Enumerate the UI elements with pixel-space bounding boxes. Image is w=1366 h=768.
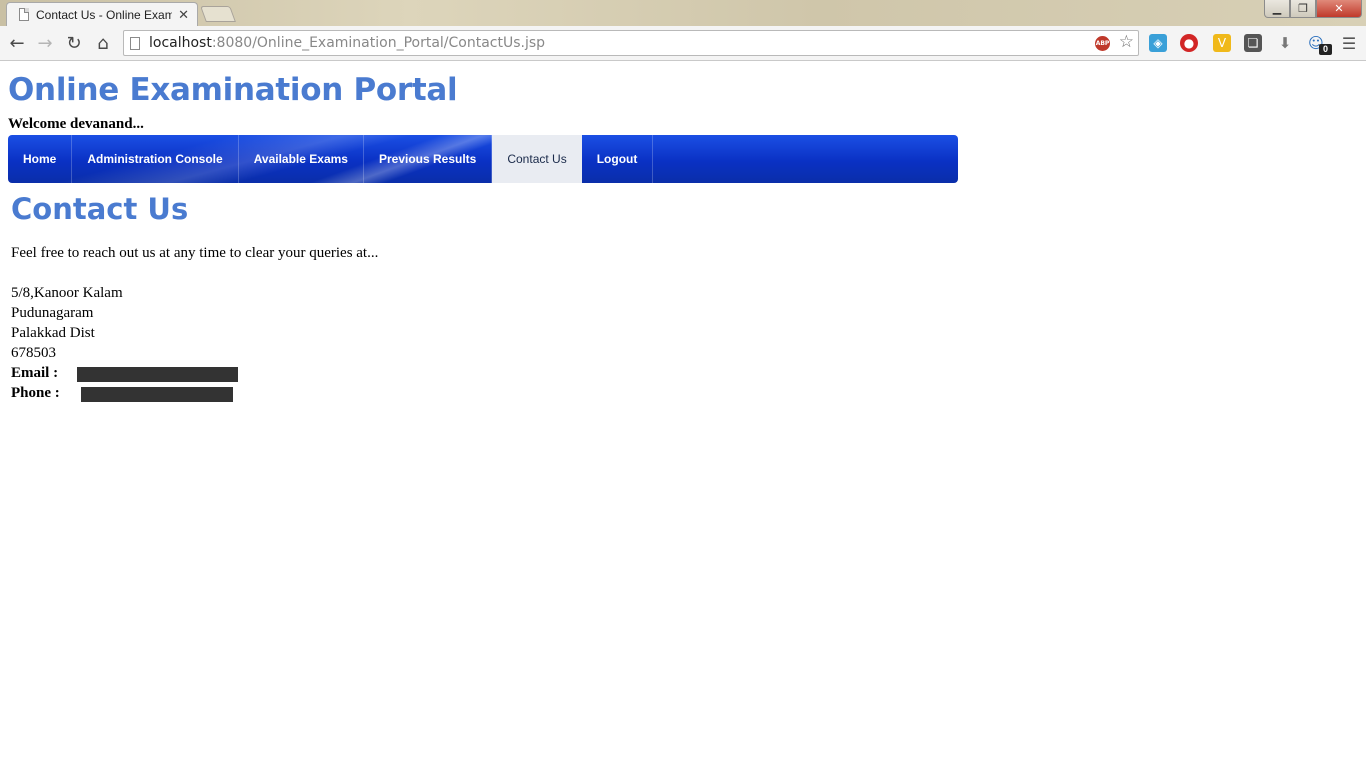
phone-redacted: [81, 387, 233, 402]
window-close-button[interactable]: ✕: [1316, 0, 1362, 18]
browser-toolbar: ← → ↻ ⌂ localhost:8080/Online_Examinatio…: [0, 26, 1366, 61]
address-bar[interactable]: localhost:8080/Online_Examination_Portal…: [123, 30, 1139, 56]
email-redacted: [77, 367, 238, 382]
nav-logout[interactable]: Logout: [582, 135, 654, 183]
address-line: Pudunagaram: [11, 305, 94, 321]
evernote-icon[interactable]: ❏: [1244, 34, 1262, 52]
pocket-icon[interactable]: ◈: [1149, 34, 1167, 52]
close-icon[interactable]: ✕: [178, 7, 189, 23]
nav-available-exams[interactable]: Available Exams: [239, 135, 364, 183]
adblock-icon[interactable]: ABP: [1095, 36, 1110, 51]
v-icon[interactable]: V: [1213, 34, 1231, 52]
nav-home[interactable]: Home: [8, 135, 73, 183]
bookmark-star-icon[interactable]: ☆: [1119, 32, 1134, 52]
home-icon[interactable]: ⌂: [91, 31, 115, 55]
tab-title: Contact Us - Online Exami: [36, 7, 173, 22]
nav-contact-us[interactable]: Contact Us: [492, 135, 582, 183]
email-label: Email :: [11, 365, 59, 381]
browser-menu-icon[interactable]: ☰: [1340, 34, 1358, 53]
window-controls: ▁ ❐ ✕: [1264, 0, 1362, 18]
browser-titlebar: Contact Us - Online Exami ✕ ▁ ❐ ✕: [0, 0, 1366, 26]
new-tab-button[interactable]: [200, 6, 236, 22]
url-host: localhost: [149, 35, 212, 51]
minimize-button[interactable]: ▁: [1264, 0, 1290, 18]
stop-icon[interactable]: ●: [1180, 34, 1198, 52]
address-line: Palakkad Dist: [11, 325, 95, 341]
url-path: :8080/Online_Examination_Portal/ContactU…: [211, 35, 546, 51]
site-title: Online Examination Portal: [8, 72, 458, 108]
reload-icon[interactable]: ↻: [62, 31, 86, 55]
nav-previous-results[interactable]: Previous Results: [364, 135, 493, 183]
phone-label: Phone :: [11, 385, 60, 401]
nav-administration-console[interactable]: Administration Console: [72, 135, 239, 183]
main-navigation: Home Administration Console Available Ex…: [8, 135, 958, 183]
page-title: Contact Us: [11, 192, 189, 226]
extension-badge: 0: [1319, 44, 1332, 55]
intro-text: Feel free to reach out us at any time to…: [11, 245, 379, 261]
browser-tab-active[interactable]: Contact Us - Online Exami ✕: [6, 2, 198, 26]
maximize-button[interactable]: ❐: [1290, 0, 1316, 18]
address-line: 5/8,Kanoor Kalam: [11, 285, 123, 301]
download-icon[interactable]: ⬇: [1276, 34, 1294, 52]
forward-arrow-icon[interactable]: →: [33, 31, 57, 55]
postal-code: 678503: [11, 345, 56, 361]
page-icon: [130, 36, 140, 50]
back-arrow-icon[interactable]: ←: [5, 31, 29, 55]
page-icon: [19, 8, 29, 21]
welcome-message: Welcome devanand...: [8, 116, 144, 132]
